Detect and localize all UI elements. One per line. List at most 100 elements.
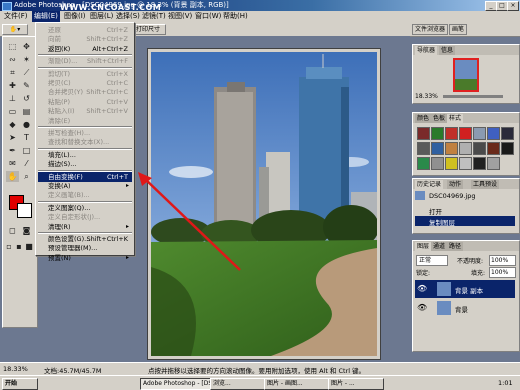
menu-image[interactable]: 图像(I) [62,11,88,22]
tab-info[interactable]: 信息 [439,46,456,55]
file-browser-tab[interactable]: 文件浏览器 [412,24,449,35]
edit-menu-item[interactable]: 查找和替换文本(X)... [38,137,132,147]
tool-preset-picker[interactable]: ✋▾ [2,24,28,35]
tab-channels[interactable]: 通道 [431,242,448,251]
edit-menu-item[interactable]: 预置(N) [38,253,132,263]
standard-mode-icon[interactable]: ◻ [6,225,19,236]
tab-styles[interactable]: 样式 [447,114,464,123]
menu-file[interactable]: 文件(F) [2,11,30,22]
style-swatch[interactable] [487,142,500,155]
edit-menu-item[interactable]: 描边(S)... [38,159,132,169]
menu-layer[interactable]: 图层(L) [88,11,115,22]
style-swatch[interactable] [445,157,458,170]
style-swatch[interactable] [473,157,486,170]
tab-history[interactable]: 历史记录 [415,180,444,189]
start-button[interactable]: 开始 [2,378,38,390]
tab-color[interactable]: 颜色 [415,114,432,123]
tab-paths[interactable]: 路径 [447,242,464,251]
menu-help[interactable]: 帮助(H) [221,11,250,22]
taskbar-photoshop[interactable]: Adobe Photoshop - [DSC... [140,378,212,390]
style-swatch[interactable] [487,157,500,170]
navigator-zoom-slider[interactable] [443,95,503,98]
eye-icon[interactable]: 👁 [417,284,427,293]
eraser-tool-icon[interactable]: ▭ [6,106,19,117]
taskbar-task[interactable]: 图片 - 画图... [264,378,330,390]
status-zoom[interactable]: 18.33% [3,365,28,373]
marquee-tool-icon[interactable]: ⬚ [6,41,19,52]
tab-swatches[interactable]: 色板 [431,114,448,123]
style-swatch[interactable] [417,127,430,140]
navigator-zoom[interactable]: 18.33% [415,93,438,100]
eyedropper-tool-icon[interactable]: ⁄ [20,158,33,169]
blur-tool-icon[interactable]: ◆ [6,119,19,130]
slice-tool-icon[interactable]: ⟋ [20,67,33,78]
taskbar-task[interactable]: 浏览... [210,378,266,390]
history-step-active[interactable]: 复制图层 [415,216,515,227]
menu-filter[interactable]: 滤镜(T) [140,11,168,22]
style-swatch[interactable] [501,127,514,140]
style-swatch[interactable] [459,157,472,170]
clone-stamp-icon[interactable]: ⊥ [6,93,19,104]
menu-edit[interactable]: 编辑(E) [32,11,60,22]
style-swatch[interactable] [431,142,444,155]
style-swatch[interactable] [445,127,458,140]
path-select-icon[interactable]: ➤ [6,132,19,143]
style-swatch[interactable] [487,127,500,140]
opacity-field[interactable]: 100% [489,255,516,266]
edit-menu-item[interactable]: 清理(R) [38,222,132,232]
style-swatch[interactable] [417,157,430,170]
tab-tool-presets[interactable]: 工具预设 [471,180,500,189]
edit-menu-item[interactable]: 清除(E) [38,116,132,126]
style-swatch[interactable] [417,142,430,155]
blend-mode-select[interactable]: 正常 [416,255,448,266]
brushes-tab[interactable]: 画笔 [449,24,468,35]
style-swatch[interactable] [473,127,486,140]
tab-navigator[interactable]: 导航器 [415,46,438,55]
quick-mask-icon[interactable]: ◙ [20,225,33,236]
gradient-tool-icon[interactable]: ▤ [20,106,33,117]
tab-layers[interactable]: 图层 [415,242,432,251]
healing-brush-icon[interactable]: ✚ [6,80,19,91]
tab-actions[interactable]: 动作 [447,180,464,189]
history-step[interactable]: 打开 [415,205,515,216]
style-swatch[interactable] [459,127,472,140]
taskbar-task[interactable]: 图片 - ... [328,378,384,390]
history-snapshot[interactable]: DSC04969.jpg [415,191,515,201]
type-tool-icon[interactable]: T [20,132,33,143]
style-swatch[interactable] [459,142,472,155]
close-button[interactable]: × [507,1,519,11]
move-tool-icon[interactable]: ✥ [20,41,33,52]
screen-mode-standard-icon[interactable]: ▫ [5,241,13,252]
style-swatch[interactable] [473,142,486,155]
menu-window[interactable]: 窗口(W) [193,11,223,22]
menu-view[interactable]: 视图(V) [166,11,194,22]
screen-mode-full-icon[interactable]: ■ [25,241,33,252]
magic-wand-tool-icon[interactable]: ✶ [20,54,33,65]
edit-menu-item[interactable]: 渐隐(D)... Shift+Ctrl+F [38,56,132,66]
print-size-button[interactable]: 打印尺寸 [130,24,166,35]
menu-select[interactable]: 选择(S) [114,11,142,22]
navigator-thumbnail[interactable] [453,58,479,92]
zoom-tool-icon[interactable]: ⌕ [20,171,33,182]
brush-tool-icon[interactable]: ✎ [20,80,33,91]
eye-icon[interactable]: 👁 [417,303,427,312]
background-color-swatch[interactable] [17,203,32,218]
layer-row-active[interactable]: 👁 背景 副本 [415,280,515,298]
screen-mode-full-menu-icon[interactable]: ▪ [15,241,23,252]
style-swatch[interactable] [445,142,458,155]
history-brush-icon[interactable]: ↺ [20,93,33,104]
notes-tool-icon[interactable]: ✉ [6,158,19,169]
lasso-tool-icon[interactable]: ∾ [6,54,19,65]
shape-tool-icon[interactable]: □ [20,145,33,156]
edit-menu-item[interactable]: 定义画笔(B)... [38,190,132,200]
style-swatch[interactable] [431,157,444,170]
dodge-tool-icon[interactable]: ● [20,119,33,130]
layer-row[interactable]: 👁 背景 [415,299,515,317]
style-swatch[interactable] [501,142,514,155]
crop-tool-icon[interactable]: ⌗ [6,67,19,78]
hand-tool-icon[interactable]: ✋ [6,171,19,182]
fill-field[interactable]: 100% [489,267,516,278]
style-swatch[interactable] [431,127,444,140]
edit-menu-item[interactable]: 返回(K) Alt+Ctrl+Z [38,44,132,54]
pen-tool-icon[interactable]: ✒ [6,145,19,156]
